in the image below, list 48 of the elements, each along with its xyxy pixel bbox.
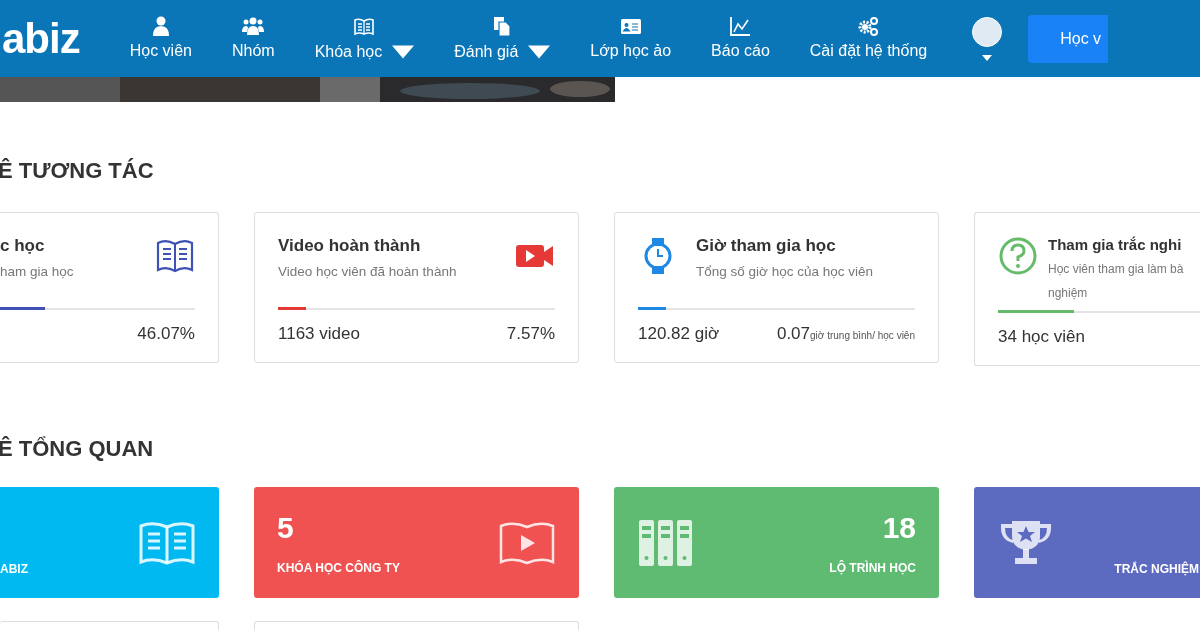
stat-value: 46.07% <box>137 324 195 344</box>
card-title: Giờ tham gia học <box>696 236 837 256</box>
nav-item[interactable]: Cài đặt hệ thống <box>789 15 948 62</box>
stat-value: 1163 video <box>278 324 360 344</box>
line-chart-icon <box>729 15 752 36</box>
nav-label: Nhóm <box>231 41 275 60</box>
stat-value: 0.07 <box>776 324 811 343</box>
card-title: Tham gia trắc nghi <box>1048 236 1183 253</box>
summary-number: 5 <box>277 510 295 545</box>
nav-label: Cài đặt hệ thống <box>809 41 928 60</box>
nav-item[interactable]: Báo cáo <box>691 15 790 62</box>
avatar[interactable] <box>972 16 1003 47</box>
book-icon <box>353 15 376 36</box>
summary-number: 18 <box>882 510 916 545</box>
nav-item[interactable]: Học viên <box>109 15 212 62</box>
card-title: c học <box>0 236 46 256</box>
question-mark-icon <box>998 236 1038 276</box>
nav-item[interactable]: Nhóm <box>211 15 295 62</box>
card-title: Video hoàn thành <box>278 236 422 256</box>
card-subtitle: Tổng số giờ học của học viên <box>696 263 874 281</box>
nav-label: Đánh giá <box>454 42 519 61</box>
nav-item[interactable]: Lớp học ảo <box>570 15 692 62</box>
logo: abiz <box>2 17 80 60</box>
binders-icon <box>637 517 695 568</box>
card-subtitle: ham gia học <box>0 263 75 281</box>
nav-item[interactable]: Đánh giá <box>434 15 571 62</box>
nav-label: Khóa học <box>314 42 383 61</box>
nav-label: Báo cáo <box>711 41 770 60</box>
card-subtitle: Video học viên đã hoàn thành <box>278 263 458 281</box>
gears-icon <box>857 15 880 36</box>
stat-note: giờ trung bình/ học viên <box>810 330 915 341</box>
nav-label: Lớp học ảo <box>590 41 672 60</box>
group-icon <box>242 15 265 36</box>
card-subtitle: nghiệm <box>1048 285 1089 302</box>
summary-label: ABIZ <box>0 561 28 576</box>
caret-icon <box>982 54 993 61</box>
stat-value: 7.57% <box>506 324 555 344</box>
section-heading: Ê TƯƠNG TÁC <box>0 158 155 184</box>
section-heading: Ê TỔNG QUAN <box>0 436 155 462</box>
card-subtitle: Học viên tham gia làm bà <box>1048 261 1185 278</box>
stat-value: 34 học viên <box>998 327 1085 347</box>
nav-item[interactable]: Khóa học <box>294 15 435 62</box>
summary-label: KHÓA HỌC CÔNG TY <box>277 560 400 575</box>
summary-label: LỘ TRÌNH HỌC <box>829 560 916 575</box>
nav-label: Học viên <box>129 41 192 60</box>
stat-value: 120.82 giờ <box>638 324 720 344</box>
summary-label: TRẮC NGHIỆM <box>1114 561 1199 576</box>
header-button[interactable]: Học v <box>1028 14 1109 63</box>
